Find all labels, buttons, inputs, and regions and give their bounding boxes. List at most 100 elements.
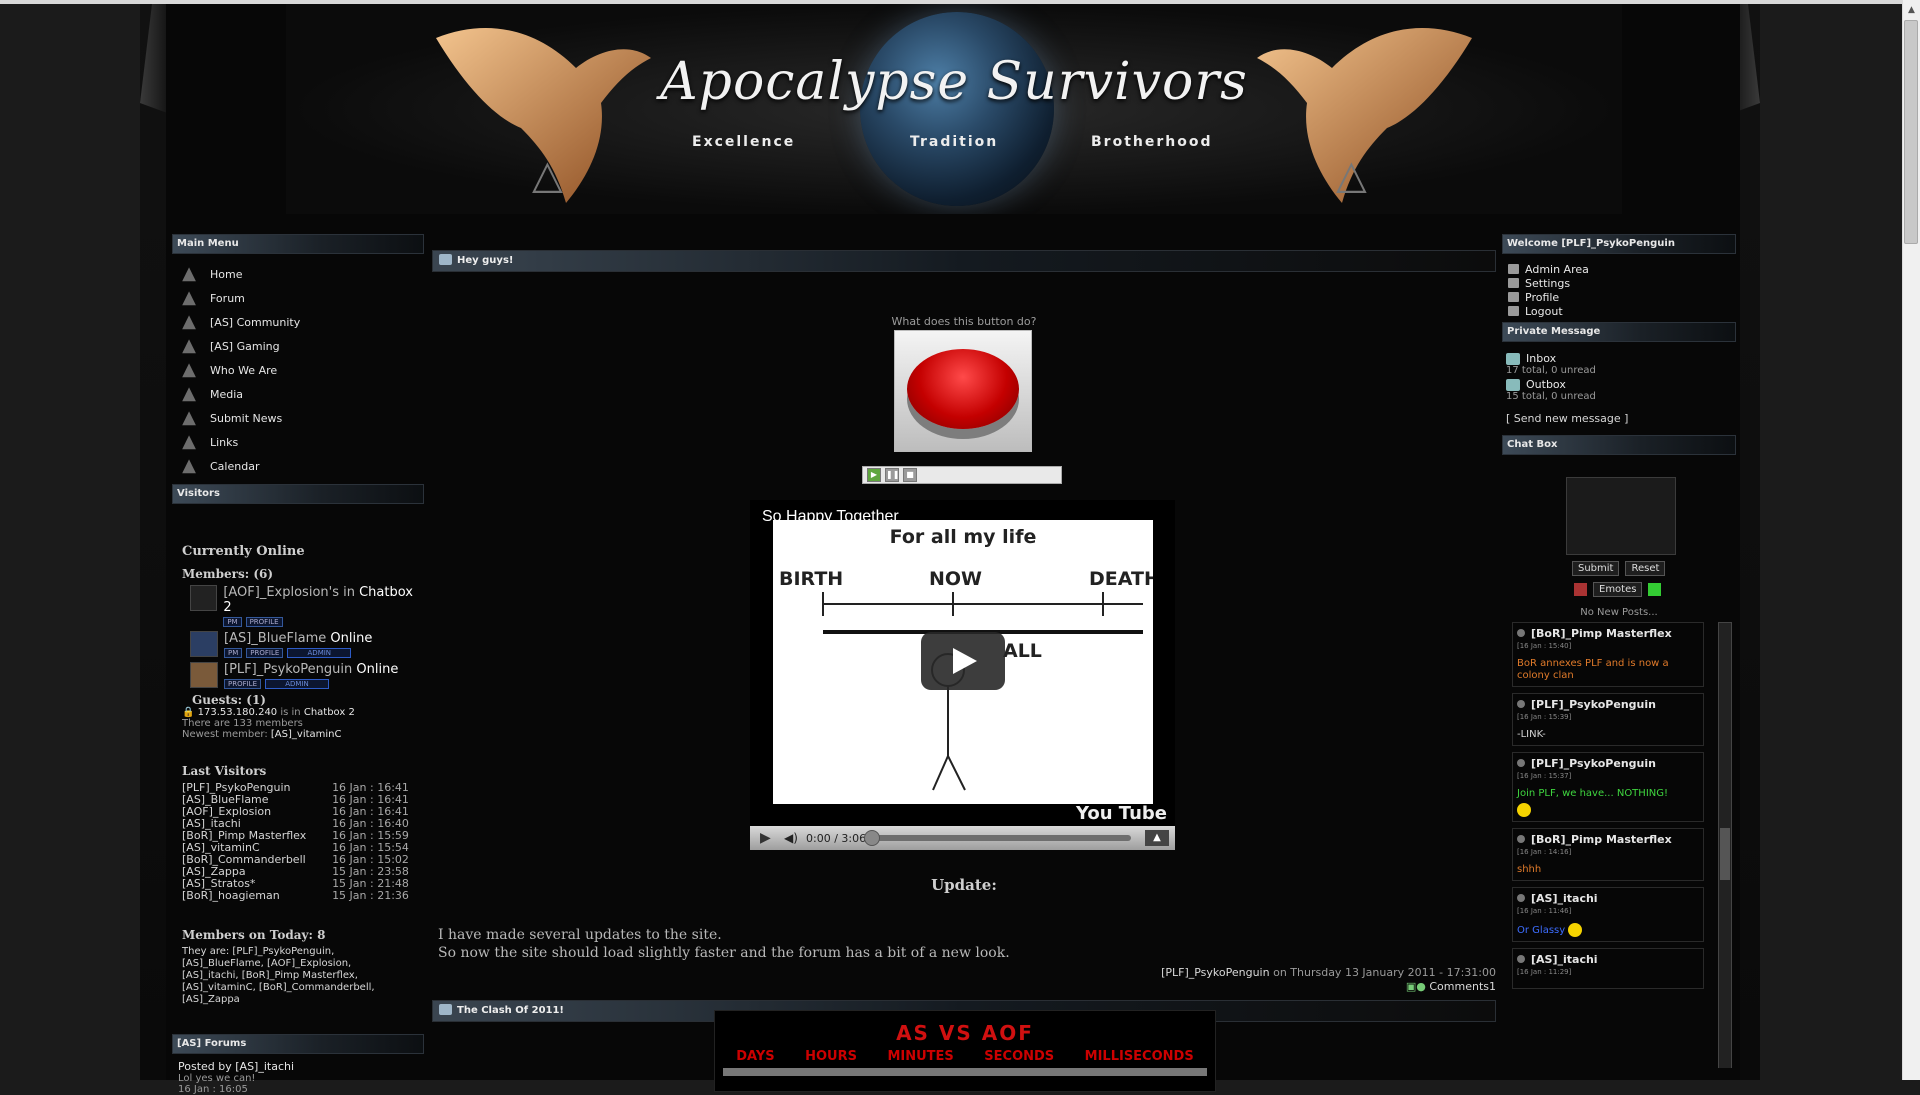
profile-badge[interactable]: PROFILE bbox=[246, 648, 284, 658]
online-member[interactable]: [AOF]_Explosion's in Chatbox 2 PM PROFILE bbox=[190, 585, 420, 627]
post-title[interactable]: Hey guys! bbox=[457, 255, 513, 266]
menu-item-community[interactable]: ▲ [AS] Community bbox=[178, 310, 424, 334]
visitor-name[interactable]: [BoR]_hoagieman bbox=[182, 890, 322, 902]
expand-icon[interactable]: ▲ bbox=[1145, 830, 1169, 846]
chat-user[interactable]: [AS]_itachi bbox=[1517, 953, 1699, 966]
chat-user[interactable]: [PLF]_PsykoPenguin bbox=[1517, 698, 1699, 711]
chat-user[interactable]: [BoR]_Pimp Masterflex bbox=[1517, 833, 1699, 846]
pm-badge[interactable]: PM bbox=[224, 648, 243, 658]
menu-item-home[interactable]: ▲ Home bbox=[178, 262, 424, 286]
video-progress-bar[interactable] bbox=[864, 830, 1131, 846]
chat-scroll-thumb[interactable] bbox=[1720, 828, 1730, 880]
visitors-panel: Currently Online Members: (6) [AOF]_Expl… bbox=[172, 504, 424, 1014]
member-name[interactable]: [AOF]_Explosion's bbox=[223, 585, 339, 600]
member-name[interactable]: [PLF]_PsykoPenguin bbox=[224, 662, 352, 677]
main-menu-title: Main Menu bbox=[172, 234, 424, 254]
avatar bbox=[190, 585, 218, 611]
online-member[interactable]: [AS]_BlueFlame Online PM PROFILE ADMIN bbox=[190, 631, 420, 658]
play-icon[interactable]: ▶ bbox=[760, 830, 774, 846]
volume-icon[interactable]: ◀) bbox=[784, 831, 800, 845]
outbox-link[interactable]: Outbox bbox=[1506, 378, 1736, 391]
pm-badge[interactable]: PM bbox=[223, 617, 242, 627]
chat-message: [BoR]_Pimp Masterflex [16 Jan : 14:16] s… bbox=[1512, 828, 1704, 881]
user-link-logout[interactable]: Logout bbox=[1508, 304, 1736, 318]
page-scrollbar[interactable]: ▲ bbox=[1902, 0, 1920, 1080]
as-logo-icon: ▲ bbox=[182, 287, 196, 308]
user-link-admin[interactable]: Admin Area bbox=[1508, 262, 1736, 276]
page-scroll-thumb[interactable] bbox=[1904, 20, 1918, 244]
as-logo-icon: ▲ bbox=[182, 455, 196, 476]
chat-user[interactable]: [BoR]_Pimp Masterflex bbox=[1517, 627, 1699, 640]
post-title[interactable]: The Clash Of 2011! bbox=[457, 1005, 564, 1016]
reset-button[interactable]: Reset bbox=[1625, 561, 1666, 576]
menu-label: [AS] Gaming bbox=[210, 339, 280, 353]
countdown-title: AS VS AOF bbox=[896, 1021, 1034, 1045]
progress-knob[interactable] bbox=[864, 830, 880, 846]
send-message-link[interactable]: [ Send new message ] bbox=[1506, 412, 1736, 425]
menu-item-media[interactable]: ▲ Media bbox=[178, 382, 424, 406]
pause-icon[interactable]: ❚❚ bbox=[885, 468, 899, 482]
countdown-label: SECONDS bbox=[984, 1049, 1055, 1064]
right-sidebar: Welcome [PLF]_PsykoPenguin Admin Area Se… bbox=[1502, 234, 1736, 1068]
play-icon[interactable]: ▶ bbox=[867, 468, 881, 482]
mute-icon[interactable] bbox=[1574, 583, 1587, 596]
menu-item-forum[interactable]: ▲ Forum bbox=[178, 286, 424, 310]
scroll-up-icon[interactable]: ▲ bbox=[1906, 4, 1917, 16]
printer-icon bbox=[1508, 278, 1519, 288]
user-link-profile[interactable]: Profile bbox=[1508, 290, 1736, 304]
menu-item-who-we-are[interactable]: ▲ Who We Are bbox=[178, 358, 424, 382]
chat-scrollbar[interactable] bbox=[1718, 622, 1732, 1068]
update-heading: Update: bbox=[931, 876, 997, 894]
color-picker-icon[interactable] bbox=[1648, 583, 1662, 596]
profile-badge[interactable]: PROFILE bbox=[245, 617, 283, 627]
menu-item-submit-news[interactable]: ▲ Submit News bbox=[178, 406, 424, 430]
youtube-logo[interactable]: You Tube bbox=[1076, 803, 1167, 824]
menu-item-gaming[interactable]: ▲ [AS] Gaming bbox=[178, 334, 424, 358]
chat-link[interactable]: -LINK- bbox=[1517, 729, 1699, 741]
countdown-label: MILLISECONDS bbox=[1084, 1049, 1194, 1064]
chat-text: BoR annexes PLF and is now a colony clan bbox=[1517, 658, 1669, 681]
members-count-heading: Members: (6) bbox=[182, 567, 274, 581]
forum-post-author[interactable]: Posted by [AS]_itachi bbox=[178, 1060, 424, 1073]
printer-icon bbox=[1508, 264, 1519, 274]
newest-member-link[interactable]: [AS]_vitaminC bbox=[271, 729, 342, 740]
chat-textarea[interactable] bbox=[1566, 477, 1676, 555]
post-on: on bbox=[1273, 966, 1287, 979]
countdown-label: DAYS bbox=[736, 1049, 775, 1064]
online-member[interactable]: [PLF]_PsykoPenguin Online PROFILE ADMIN bbox=[190, 662, 420, 689]
main-menu: ▲ Home ▲ Forum ▲ [AS] Community ▲ [AS] Gamin… bbox=[172, 254, 424, 484]
red-button-image[interactable] bbox=[894, 330, 1032, 452]
menu-label: Links bbox=[210, 435, 239, 449]
submit-button[interactable]: Submit bbox=[1572, 561, 1620, 576]
stop-icon[interactable]: ■ bbox=[903, 468, 917, 482]
post-body: What does this button do? ▶ ❚❚ ■ For all… bbox=[432, 272, 1496, 994]
menu-item-links[interactable]: ▲ Links bbox=[178, 430, 424, 454]
emotes-button[interactable]: Emotes bbox=[1593, 582, 1643, 597]
as-emblem-right-icon: △ bbox=[1336, 152, 1367, 198]
chat-user[interactable]: [AS]_itachi bbox=[1517, 892, 1699, 905]
youtube-video[interactable]: For all my life BIRTH NOW DEATH ALL So H… bbox=[750, 500, 1175, 850]
post-meta: [PLF]_PsykoPenguin on Thursday 13 Januar… bbox=[1161, 966, 1496, 994]
profile-badge[interactable]: PROFILE bbox=[224, 679, 262, 689]
left-sidebar: Main Menu ▲ Home ▲ Forum ▲ [AS] Community ▲… bbox=[172, 234, 424, 1095]
visitor-time: 15 Jan : 21:36 bbox=[332, 889, 409, 902]
post-author[interactable]: [PLF]_PsykoPenguin bbox=[1161, 966, 1270, 979]
menu-item-calendar[interactable]: ▲ Calendar bbox=[178, 454, 424, 478]
table-row: [BoR]_hoagieman 15 Jan : 21:36 bbox=[182, 890, 420, 902]
chat-user[interactable]: [PLF]_PsykoPenguin bbox=[1517, 757, 1699, 770]
video-play-button[interactable] bbox=[921, 632, 1005, 690]
forum-post-time: 16 Jan : 16:05 bbox=[178, 1084, 248, 1095]
update-text: I have made several updates to the site.… bbox=[438, 926, 1010, 962]
member-name[interactable]: [AS]_BlueFlame bbox=[224, 631, 326, 646]
chat-message-list[interactable]: [BoR]_Pimp Masterflex [16 Jan : 15:40] B… bbox=[1502, 622, 1736, 1068]
menu-label: Forum bbox=[210, 291, 245, 305]
pm-title: Private Message bbox=[1502, 322, 1736, 342]
video-title[interactable]: So Happy Together bbox=[762, 508, 899, 526]
last-visitors-table: [PLF]_PsykoPenguin 16 Jan : 16:41 [AS]_Bl… bbox=[182, 782, 420, 902]
inbox-link[interactable]: Inbox bbox=[1506, 352, 1736, 365]
comments-link[interactable]: Comments1 bbox=[1429, 980, 1496, 993]
member-status: Online bbox=[330, 631, 373, 646]
user-link-settings[interactable]: Settings bbox=[1508, 276, 1736, 290]
forums-panel: Posted by [AS]_itachi Lol yes we can! 16… bbox=[172, 1054, 424, 1095]
newest-label: Newest member: bbox=[182, 729, 268, 740]
